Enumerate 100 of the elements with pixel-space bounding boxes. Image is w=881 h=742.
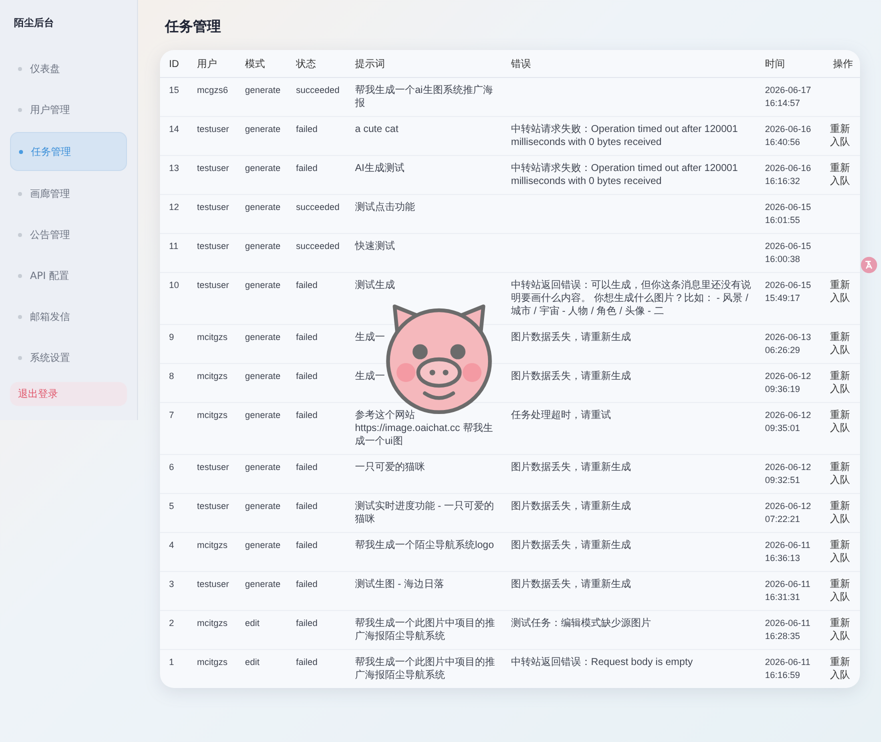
requeue-link[interactable]: 重新入队 <box>830 461 850 487</box>
column-header: 错误 <box>502 50 756 78</box>
table-cell: testuser <box>188 116 236 156</box>
requeue-link[interactable]: 重新入队 <box>830 656 850 682</box>
table-cell: 11 <box>160 234 188 272</box>
table-cell: 帮我生成一个此图片中项目的推广海报陌尘导航系统 <box>346 610 502 650</box>
table-cell: 图片数据丢失，请重新生成 <box>502 324 756 364</box>
table-cell: generate <box>236 116 287 156</box>
table-cell: 一只可爱的猫咪 <box>346 454 502 494</box>
table-cell: generate <box>236 572 287 610</box>
table-cell: 帮我生成一个ai生图系统推广海报 <box>346 78 502 116</box>
table-cell: failed <box>287 532 346 572</box>
nav-item[interactable]: API 配置 <box>10 257 127 294</box>
table-cell: 2026-06-12 09:35:01 <box>756 402 824 454</box>
column-header: 模式 <box>236 50 287 78</box>
table-cell: failed <box>287 454 346 494</box>
table-cell: 2026-06-11 16:28:35 <box>756 610 824 650</box>
nav-item[interactable]: 公告管理 <box>10 216 127 253</box>
nav-item[interactable]: 系统设置 <box>10 339 127 376</box>
table-cell: 图片数据丢失，请重新生成 <box>502 572 756 610</box>
requeue-link[interactable]: 重新入队 <box>830 331 850 357</box>
requeue-link[interactable]: 重新入队 <box>830 409 850 435</box>
table-cell: generate <box>236 234 287 272</box>
translate-icon[interactable] <box>860 256 878 274</box>
table-cell: testuser <box>188 156 236 194</box>
table-cell: succeeded <box>287 194 346 234</box>
table-cell: testuser <box>188 572 236 610</box>
table-cell: succeeded <box>287 234 346 272</box>
table-cell: mcitgzs <box>188 650 236 688</box>
table-cell: 快速测试 <box>346 234 502 272</box>
table-cell: mcitgzs <box>188 402 236 454</box>
table-cell: testuser <box>188 234 236 272</box>
column-header: ID <box>160 50 188 78</box>
table-cell: 中转站请求失败：Operation timed out after 120001 milliseconds with 0 bytes received <box>502 116 756 156</box>
table-cell: 5 <box>160 494 188 532</box>
column-header: 时间 <box>756 50 824 78</box>
table-cell: generate <box>236 156 287 194</box>
table-cell: 2026-06-16 16:40:56 <box>756 116 824 156</box>
table-cell: 图片数据丢失，请重新生成 <box>502 532 756 572</box>
table-cell: 2026-06-11 16:36:13 <box>756 532 824 572</box>
table-cell: 2026-06-17 16:14:57 <box>756 78 824 116</box>
table-cell: succeeded <box>287 78 346 116</box>
table-cell: testuser <box>188 194 236 234</box>
table-cell: 2026-06-15 15:49:17 <box>756 272 824 324</box>
table-cell: failed <box>287 156 346 194</box>
table-cell: 中转站请求失败：Operation timed out after 120001 milliseconds with 0 bytes received <box>502 156 756 194</box>
table-cell: edit <box>236 610 287 650</box>
requeue-link[interactable]: 重新入队 <box>830 123 850 149</box>
nav-item[interactable]: 仪表盘 <box>10 50 127 87</box>
table-cell: 测试生图 - 海边日落 <box>346 572 502 610</box>
table-cell: 14 <box>160 116 188 156</box>
table-cell: generate <box>236 324 287 364</box>
requeue-link[interactable]: 重新入队 <box>830 370 850 396</box>
table-cell: 7 <box>160 402 188 454</box>
table-cell: mcitgzs <box>188 364 236 402</box>
table-cell: 10 <box>160 272 188 324</box>
table-cell: testuser <box>188 272 236 324</box>
table-cell: 中转站返回错误：可以生成，但你这条消息里还没有说明要画什么内容。 你想生成什么图片？比如： - 风景 / 城市 / 宇宙 - 人物 / 角色 / 头像 - 二 <box>502 272 756 324</box>
table-cell: failed <box>287 610 346 650</box>
table-cell: 3 <box>160 572 188 610</box>
column-header: 提示词 <box>346 50 502 78</box>
table-cell: 2026-06-13 06:26:29 <box>756 324 824 364</box>
table-cell: failed <box>287 650 346 688</box>
table-cell: testuser <box>188 494 236 532</box>
table-cell: mcitgzs <box>188 610 236 650</box>
table-cell: 帮我生成一个陌尘导航系统logo <box>346 532 502 572</box>
requeue-link[interactable]: 重新入队 <box>830 500 850 526</box>
table-cell: failed <box>287 494 346 532</box>
table-cell: failed <box>287 364 346 402</box>
table-cell: failed <box>287 116 346 156</box>
table-cell: 图片数据丢失，请重新生成 <box>502 494 756 532</box>
table-cell: testuser <box>188 454 236 494</box>
table-cell: failed <box>287 402 346 454</box>
requeue-link[interactable]: 重新入队 <box>830 279 850 305</box>
table-cell: 2 <box>160 610 188 650</box>
requeue-link[interactable]: 重新入队 <box>830 578 850 604</box>
requeue-link[interactable]: 重新入队 <box>830 617 850 643</box>
table-cell: 任务处理超时，请重试 <box>502 402 756 454</box>
table-cell: mcitgzs <box>188 532 236 572</box>
column-header: 状态 <box>287 50 346 78</box>
nav-item[interactable]: 邮箱发信 <box>10 298 127 335</box>
table-cell: 2026-06-16 16:16:32 <box>756 156 824 194</box>
table-cell: failed <box>287 272 346 324</box>
table-cell: 2026-06-12 07:22:21 <box>756 494 824 532</box>
table-cell: generate <box>236 454 287 494</box>
table-cell: 1 <box>160 650 188 688</box>
table-cell: 图片数据丢失，请重新生成 <box>502 454 756 494</box>
column-header: 操作 <box>824 50 860 78</box>
nav-item[interactable]: 用户管理 <box>10 91 127 128</box>
table-cell: generate <box>236 402 287 454</box>
requeue-link[interactable]: 重新入队 <box>830 162 850 188</box>
table-cell: failed <box>287 324 346 364</box>
table-cell: generate <box>236 494 287 532</box>
table-cell: 2026-06-15 16:00:38 <box>756 234 824 272</box>
column-header: 用户 <box>188 50 236 78</box>
requeue-link[interactable]: 重新入队 <box>830 539 850 565</box>
table-cell: generate <box>236 272 287 324</box>
table-cell: AI生成测试 <box>346 156 502 194</box>
table-cell: 8 <box>160 364 188 402</box>
nav-item[interactable]: 画廊管理 <box>10 175 127 212</box>
